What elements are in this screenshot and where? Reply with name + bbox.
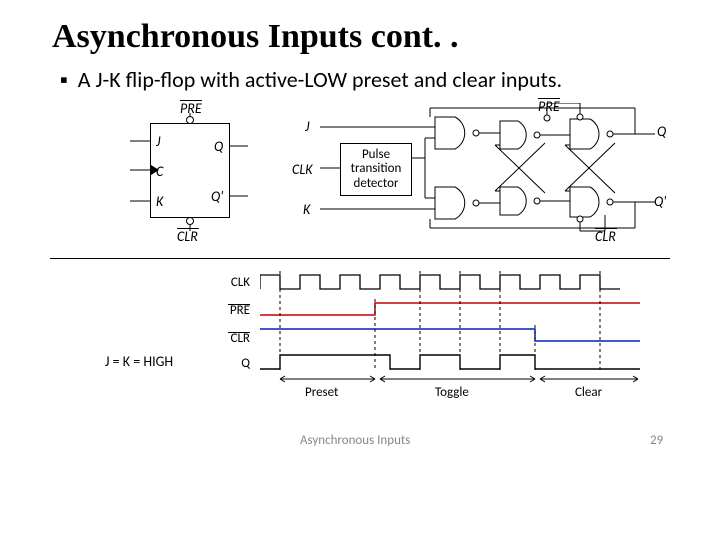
wave-label-clk: CLK xyxy=(220,275,250,290)
segment-clear: Clear xyxy=(575,385,602,400)
slide-title: Asynchronous Inputs cont. . xyxy=(0,0,720,56)
wave-label-q: Q xyxy=(220,356,250,371)
wave-label-pre: PRE xyxy=(220,303,250,318)
overline-pre-left xyxy=(180,100,202,101)
divider xyxy=(50,258,670,259)
overline-clr-left xyxy=(177,228,199,229)
overline-wave-pre xyxy=(228,304,250,305)
segment-toggle: Toggle xyxy=(435,385,469,400)
label-clr-left: CLR xyxy=(177,228,198,245)
timing-waveforms xyxy=(260,271,670,386)
bullet-icon: ▪ xyxy=(60,66,68,93)
ff-symbol-wires xyxy=(130,113,250,233)
bullet-text: A J-K flip-flop with active-LOW preset a… xyxy=(78,66,562,93)
overline-pre-right xyxy=(538,98,560,99)
bullet-item: ▪ A J-K flip-flop with active-LOW preset… xyxy=(0,56,720,93)
page-number: 29 xyxy=(650,433,663,448)
footer-text: Asynchronous Inputs xyxy=(300,433,410,448)
wave-label-clr: CLR xyxy=(220,331,250,346)
diagram-area: PRE J C K Q Q' CLR PRE J CLK K Q Q' CLR … xyxy=(0,93,720,493)
jk-high-note: J = K = HIGH xyxy=(105,353,173,370)
segment-preset: Preset xyxy=(305,385,338,400)
gate-network xyxy=(300,103,670,243)
overline-wave-clr xyxy=(228,332,250,333)
